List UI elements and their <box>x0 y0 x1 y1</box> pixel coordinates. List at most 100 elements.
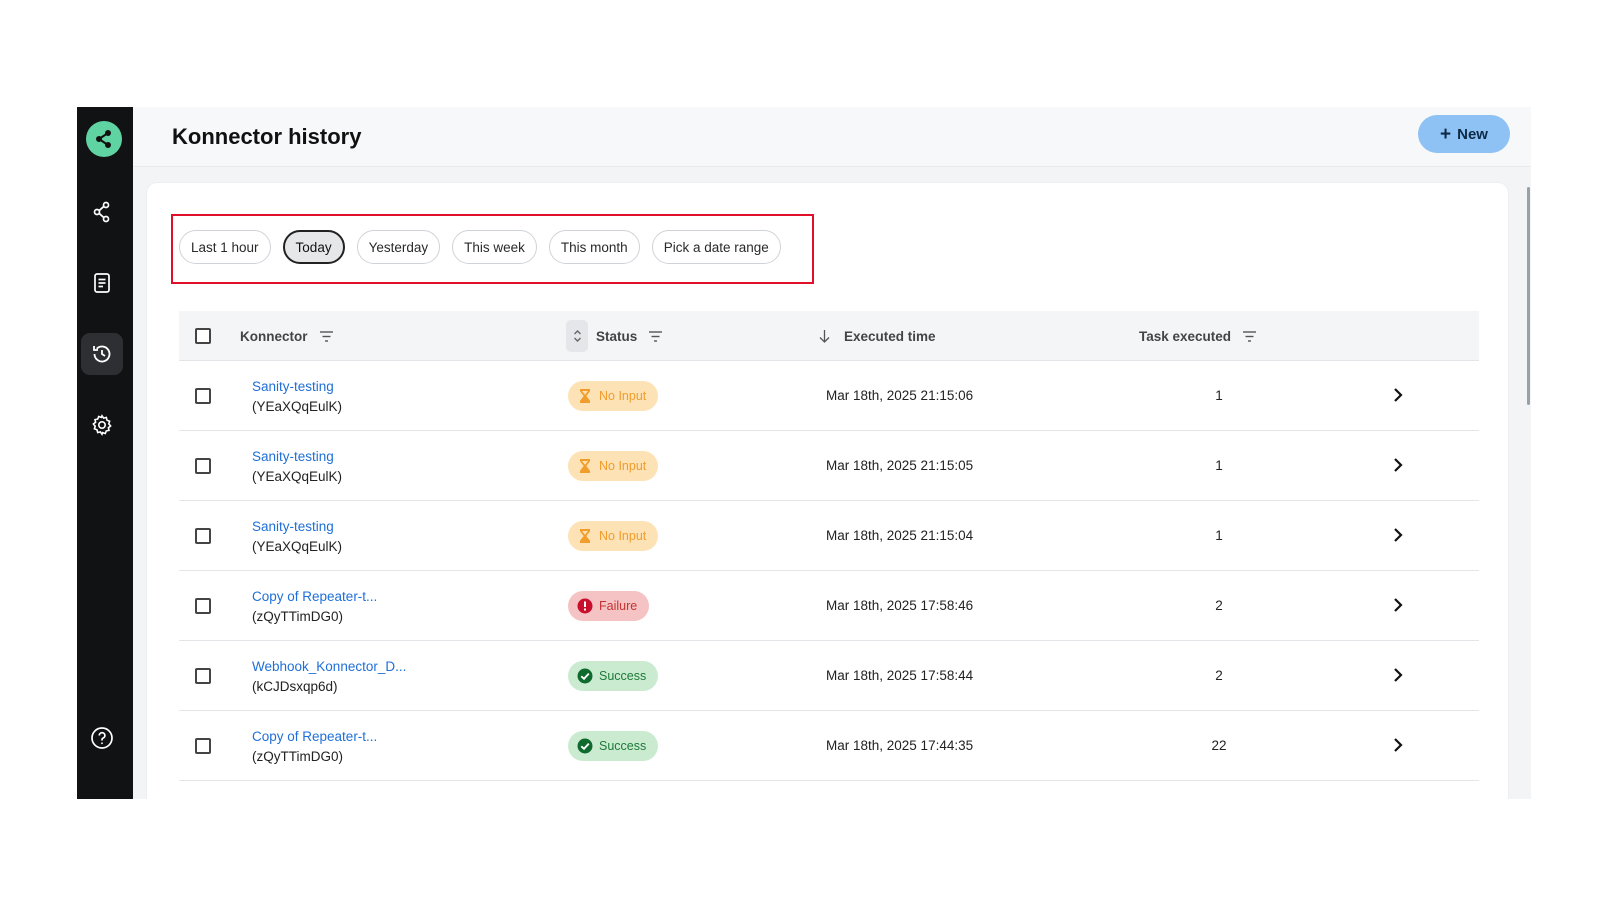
table-header: Konnector Status Executed time Task exec… <box>179 311 1479 361</box>
sidebar-item-konnectors[interactable] <box>81 191 123 233</box>
konnector-link[interactable]: Copy of Repeater-t... <box>252 729 377 744</box>
chip-today[interactable]: Today <box>282 230 345 264</box>
executed-time: Mar 18th, 2025 21:15:04 <box>826 528 974 543</box>
sidebar-item-history[interactable] <box>81 333 123 375</box>
status-label: No Input <box>599 529 647 543</box>
sidebar-item-documents[interactable] <box>81 262 123 304</box>
row-checkbox[interactable] <box>195 738 211 754</box>
konnector-id: (zQyTTimDG0) <box>252 749 343 764</box>
row-checkbox[interactable] <box>195 668 211 684</box>
gear-icon <box>92 414 112 436</box>
chevron-right-icon[interactable] <box>1391 386 1405 404</box>
logo-icon <box>96 130 111 148</box>
error-icon <box>577 598 593 614</box>
status-badge: No Input <box>568 381 659 411</box>
hourglass-icon <box>580 389 590 403</box>
row-checkbox[interactable] <box>195 388 211 404</box>
task-count: 2 <box>1215 598 1223 613</box>
chip-last-1-hour[interactable]: Last 1 hour <box>179 230 271 264</box>
row-checkbox[interactable] <box>195 458 211 474</box>
konnector-id: (YEaXQqEulK) <box>252 399 343 414</box>
chevron-right-icon[interactable] <box>1391 666 1405 684</box>
status-badge: Failure <box>568 591 650 621</box>
konnector-link[interactable]: Sanity-testing <box>252 379 334 394</box>
share-icon <box>93 201 110 223</box>
column-konnector: Konnector <box>240 311 333 361</box>
sidebar-item-help[interactable] <box>81 717 123 759</box>
filter-icon[interactable] <box>319 330 333 342</box>
konnector-link[interactable]: Sanity-testing <box>252 449 334 464</box>
chip-pick-date-range[interactable]: Pick a date range <box>651 230 781 264</box>
column-status-label: Status <box>596 328 638 344</box>
row-checkbox[interactable] <box>195 598 211 614</box>
task-count: 1 <box>1215 458 1223 473</box>
plus-icon: + <box>1440 123 1452 145</box>
column-status: Status <box>596 311 663 361</box>
row-checkbox[interactable] <box>195 528 211 544</box>
executed-time: Mar 18th, 2025 21:15:06 <box>826 388 974 403</box>
hourglass-icon <box>580 459 590 473</box>
table-row[interactable]: Copy of Repeater-t... (zQyTTimDG0) Failu… <box>179 571 1479 641</box>
scrollbar[interactable] <box>1527 179 1530 789</box>
document-icon <box>94 273 110 293</box>
chevron-right-icon[interactable] <box>1391 736 1405 754</box>
status-sort-button[interactable] <box>566 320 588 352</box>
help-icon <box>91 727 113 749</box>
table-row[interactable]: Copy of Repeater-t... (zQyTTimDG0) Succe… <box>179 711 1479 781</box>
column-executed-time: Executed time <box>819 311 936 361</box>
chevron-right-icon[interactable] <box>1391 526 1405 544</box>
table-row[interactable]: Sanity-testing (YEaXQqEulK) No Input Mar… <box>179 431 1479 501</box>
executed-time: Mar 18th, 2025 17:58:46 <box>826 598 974 613</box>
konnector-id: (YEaXQqEulK) <box>252 469 343 484</box>
chip-this-month[interactable]: This month <box>548 230 640 264</box>
table-row[interactable]: Sanity-testing (YEaXQqEulK) No Input Mar… <box>179 361 1479 431</box>
task-count: 22 <box>1211 738 1227 753</box>
history-card: Last 1 hour Today Yesterday This week Th… <box>147 183 1508 799</box>
status-label: No Input <box>599 389 647 403</box>
status-badge: No Input <box>568 451 659 481</box>
check-circle-icon <box>577 668 593 684</box>
chip-yesterday[interactable]: Yesterday <box>356 230 441 264</box>
chevron-right-icon[interactable] <box>1391 456 1405 474</box>
new-button-label: New <box>1457 125 1488 143</box>
konnector-link[interactable]: Webhook_Konnector_D... <box>252 659 406 674</box>
sidebar <box>77 107 133 799</box>
status-badge: Success <box>568 731 659 761</box>
column-task-executed: Task executed <box>1139 311 1257 361</box>
task-count: 2 <box>1215 668 1223 683</box>
table-row[interactable]: Webhook_Konnector_D... (kCJDsxqp6d) Succ… <box>179 641 1479 711</box>
date-filter-chips: Last 1 hour Today Yesterday This week Th… <box>179 230 781 264</box>
filter-icon[interactable] <box>649 330 663 342</box>
filter-icon[interactable] <box>1243 330 1257 342</box>
status-badge: No Input <box>568 521 659 551</box>
check-circle-icon <box>577 738 593 754</box>
executed-time: Mar 18th, 2025 17:58:44 <box>826 668 974 683</box>
status-label: Success <box>599 739 647 753</box>
top-bar: Konnector history + New G <box>133 107 1531 167</box>
status-badge: Success <box>568 661 659 691</box>
select-all-checkbox[interactable] <box>195 328 211 344</box>
arrow-down-icon[interactable] <box>819 329 830 343</box>
sidebar-item-settings[interactable] <box>81 404 123 446</box>
konnector-id: (zQyTTimDG0) <box>252 609 343 624</box>
sort-icon <box>573 330 581 342</box>
column-task-executed-label: Task executed <box>1139 328 1232 344</box>
hourglass-icon <box>580 529 590 543</box>
app-window: Konnector history + New G Last 1 hour To… <box>77 107 1531 799</box>
chip-this-week[interactable]: This week <box>452 230 537 264</box>
chevron-right-icon[interactable] <box>1391 596 1405 614</box>
app-logo[interactable] <box>86 121 122 157</box>
scrollbar-thumb[interactable] <box>1527 187 1530 405</box>
konnector-id: (kCJDsxqp6d) <box>252 679 338 694</box>
column-konnector-label: Konnector <box>240 328 308 344</box>
table-row[interactable]: Sanity-testing (YEaXQqEulK) No Input Mar… <box>179 501 1479 571</box>
status-label: Success <box>599 669 647 683</box>
column-executed-time-label: Executed time <box>844 328 936 344</box>
executed-time: Mar 18th, 2025 17:44:35 <box>826 738 974 753</box>
status-label: No Input <box>599 459 647 473</box>
history-table: Konnector Status Executed time Task exec… <box>179 311 1479 781</box>
konnector-link[interactable]: Sanity-testing <box>252 519 334 534</box>
page-title: Konnector history <box>172 124 362 149</box>
konnector-link[interactable]: Copy of Repeater-t... <box>252 589 377 604</box>
new-button[interactable]: + New <box>1418 115 1510 153</box>
